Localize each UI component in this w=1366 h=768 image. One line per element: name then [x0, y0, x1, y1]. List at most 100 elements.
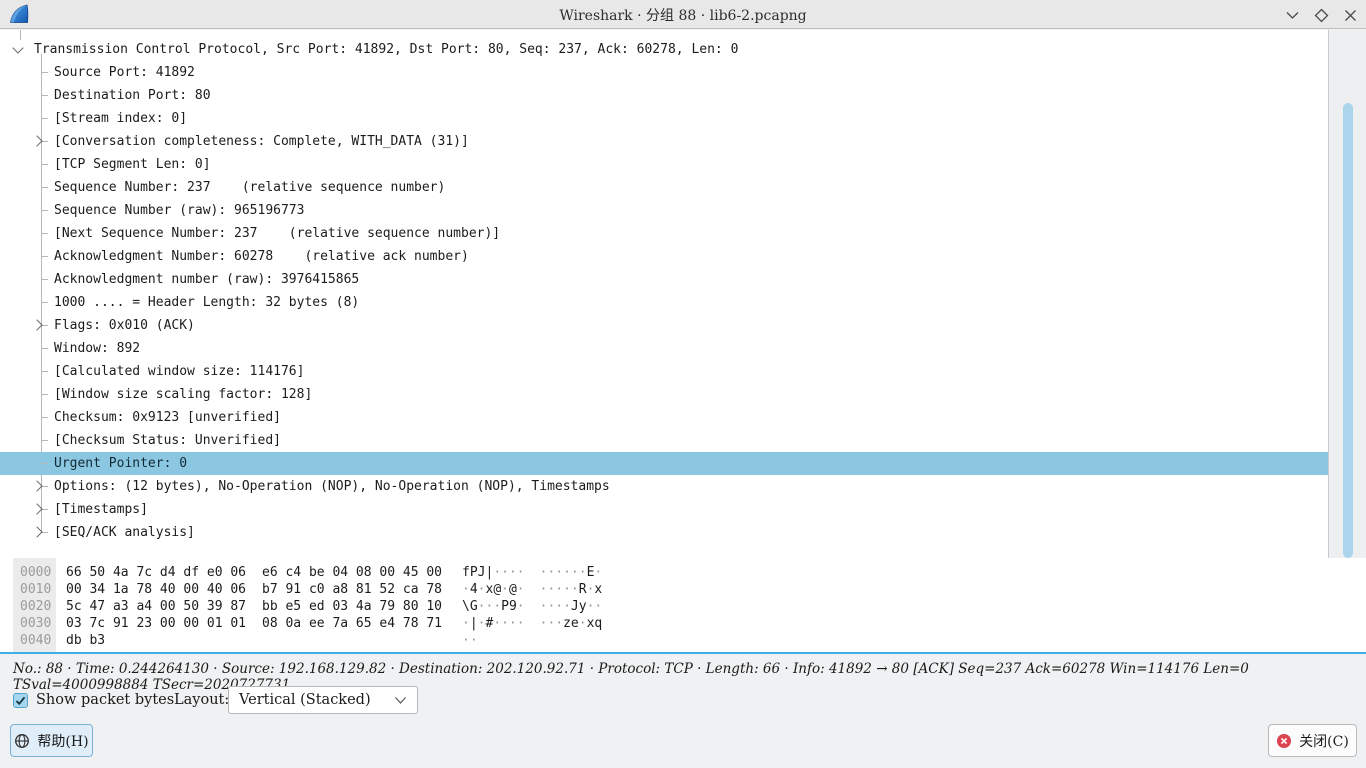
hex-bytes: 66 50 4a 7c d4 df e0 06	[66, 564, 246, 581]
tree-row-label: [Timestamps]	[54, 502, 148, 517]
layout-dropdown-value: Vertical (Stacked)	[239, 692, 390, 708]
tree-row-label: Destination Port: 80	[54, 88, 211, 103]
close-window-button[interactable]	[1342, 7, 1358, 23]
hex-ascii: ···ze·xq	[540, 615, 603, 632]
tree-row[interactable]: [Stream index: 0]	[0, 107, 1328, 130]
hex-row[interactable]: 0040db b3··	[0, 632, 602, 649]
close-button-label: 关闭(C)	[1299, 731, 1349, 751]
tree-row[interactable]: Sequence Number: 237 (relative sequence …	[0, 176, 1328, 199]
window-title: Wireshark · 分组 88 · lib6-2.pcapng	[0, 5, 1366, 25]
hex-offset: 0040	[13, 632, 56, 649]
tree-row-label: Sequence Number (raw): 965196773	[54, 203, 304, 218]
tree-row[interactable]: 1000 .... = Header Length: 32 bytes (8)	[0, 291, 1328, 314]
help-globe-icon	[14, 733, 30, 749]
hex-offset: 0030	[13, 615, 56, 632]
tree-scrollbar-thumb[interactable]	[1343, 103, 1353, 558]
tree-row[interactable]: Acknowledgment Number: 60278 (relative a…	[0, 245, 1328, 268]
expand-arrow-icon[interactable]	[31, 135, 42, 146]
chevron-down-icon	[394, 696, 407, 705]
hex-row[interactable]: 0010 00 34 1a 78 40 00 40 06 b7 91 c0 a8 8…	[0, 581, 602, 598]
tree-row-label: Acknowledgment Number: 60278 (relative a…	[54, 249, 469, 264]
hex-ascii: \G···P9·	[462, 598, 525, 615]
packet-detail-tree[interactable]: Transmission Control Protocol, Src Port:…	[0, 30, 1366, 558]
tree-row[interactable]: Destination Port: 80	[0, 84, 1328, 107]
tree-row[interactable]: Flags: 0x010 (ACK)	[0, 314, 1328, 337]
tree-row-label: [Next Sequence Number: 237 (relative seq…	[54, 226, 500, 241]
hex-ascii: ·····R·x	[540, 581, 603, 598]
packet-detail-dialog: { "window": { "title": "Wireshark · 分组 8…	[0, 0, 1366, 768]
check-icon	[15, 695, 26, 706]
hex-bytes: b7 91 c0 a8 81 52 ca 78	[262, 581, 442, 598]
tree-row[interactable]: [TCP Segment Len: 0]	[0, 153, 1328, 176]
tree-row[interactable]: Options: (12 bytes), No-Operation (NOP),…	[0, 475, 1328, 498]
expand-arrow-icon[interactable]	[31, 480, 42, 491]
tree-row[interactable]: [Calculated window size: 114176]	[0, 360, 1328, 383]
tree-row-label: [Conversation completeness: Complete, WI…	[54, 134, 469, 149]
tree-row[interactable]: Source Port: 41892	[0, 61, 1328, 84]
hex-bytes: e6 c4 be 04 08 00 45 00	[262, 564, 442, 581]
tree-row-label: Urgent Pointer: 0	[54, 456, 187, 471]
hex-offset: 0000	[13, 564, 56, 581]
tree-row[interactable]: [SEQ/ACK analysis]	[0, 521, 1328, 544]
hex-bytes: db b3	[66, 632, 246, 649]
show-packet-bytes-label[interactable]: Show packet bytes	[36, 692, 174, 708]
tree-row[interactable]: Acknowledgment number (raw): 3976415865	[0, 268, 1328, 291]
hex-bytes: bb e5 ed 03 4a 79 80 10	[262, 598, 442, 615]
tree-row[interactable]: [Timestamps]	[0, 498, 1328, 521]
tree-row-label: [Window size scaling factor: 128]	[54, 387, 312, 402]
hex-bytes: 5c 47 a3 a4 00 50 39 87	[66, 598, 246, 615]
minimize-button[interactable]	[1284, 7, 1300, 23]
hex-ascii: fPJ|····	[462, 564, 525, 581]
tree-row-label: 1000 .... = Header Length: 32 bytes (8)	[54, 295, 359, 310]
tree-row-label: [SEQ/ACK analysis]	[54, 525, 195, 540]
tree-row-label: Flags: 0x010 (ACK)	[54, 318, 195, 333]
hex-row[interactable]: 003003 7c 91 23 00 00 01 0108 0a ee 7a 6…	[0, 615, 602, 632]
expand-arrow-icon[interactable]	[31, 503, 42, 514]
tree-row[interactable]: [Checksum Status: Unverified]	[0, 429, 1328, 452]
pane-focus-line	[0, 652, 1366, 654]
tree-row-label: Sequence Number: 237 (relative sequence …	[54, 180, 445, 195]
layout-dropdown[interactable]: Vertical (Stacked)	[228, 686, 418, 714]
packet-bytes-pane[interactable]: 0000 66 50 4a 7c d4 df e0 06 e6 c4 be 04 0…	[0, 558, 1366, 652]
hex-offset: 0010	[13, 581, 56, 598]
hex-ascii: ·|·#····	[462, 615, 525, 632]
hex-row[interactable]: 0000 66 50 4a 7c d4 df e0 06 e6 c4 be 04 0…	[0, 564, 602, 581]
hex-ascii: ····Jy··	[540, 598, 603, 615]
tree-row[interactable]: Checksum: 0x9123 [unverified]	[0, 406, 1328, 429]
tree-row[interactable]: Sequence Number (raw): 965196773	[0, 199, 1328, 222]
tree-row-label: Checksum: 0x9123 [unverified]	[54, 410, 281, 425]
tree-row[interactable]: Window: 892	[0, 337, 1328, 360]
hex-rows: 0000 66 50 4a 7c d4 df e0 06 e6 c4 be 04 0…	[0, 564, 602, 649]
tree-row-label: [Calculated window size: 114176]	[54, 364, 304, 379]
tree-row[interactable]: [Next Sequence Number: 237 (relative seq…	[0, 222, 1328, 245]
tree-row-label: [TCP Segment Len: 0]	[54, 157, 211, 172]
tree-row[interactable]: [Conversation completeness: Complete, WI…	[0, 130, 1328, 153]
help-button[interactable]: 帮助(H)	[10, 724, 93, 757]
tree-row[interactable]: [Window size scaling factor: 128]	[0, 383, 1328, 406]
help-button-label: 帮助(H)	[37, 731, 88, 751]
tree-row[interactable]: Transmission Control Protocol, Src Port:…	[0, 38, 1328, 61]
tree-row-label: [Checksum Status: Unverified]	[54, 433, 281, 448]
tree-row-label: Transmission Control Protocol, Src Port:…	[34, 42, 738, 57]
expand-arrow-icon[interactable]	[31, 319, 42, 330]
tree-row-label: Options: (12 bytes), No-Operation (NOP),…	[54, 479, 610, 494]
tree-rows: Transmission Control Protocol, Src Port:…	[0, 38, 1328, 544]
maximize-button[interactable]	[1313, 7, 1329, 23]
hex-offset: 0020	[13, 598, 56, 615]
collapse-arrow-icon[interactable]	[12, 42, 23, 53]
hex-row[interactable]: 0020 5c 47 a3 a4 00 50 39 87 bb e5 ed 03 4…	[0, 598, 602, 615]
title-bar: Wireshark · 分组 88 · lib6-2.pcapng	[0, 0, 1366, 29]
tree-row-label: Source Port: 41892	[54, 65, 195, 80]
hex-bytes: 00 34 1a 78 40 00 40 06	[66, 581, 246, 598]
hex-ascii: ·4·x@·@·	[462, 581, 525, 598]
tree-row-label: Window: 892	[54, 341, 140, 356]
show-packet-bytes-checkbox[interactable]	[13, 693, 28, 708]
expand-arrow-icon[interactable]	[31, 526, 42, 537]
close-button[interactable]: 关闭(C)	[1268, 724, 1357, 757]
tree-row-label: Acknowledgment number (raw): 3976415865	[54, 272, 359, 287]
hex-ascii: ······E·	[540, 564, 603, 581]
hex-bytes: 03 7c 91 23 00 00 01 01	[66, 615, 246, 632]
tree-row-label: [Stream index: 0]	[54, 111, 187, 126]
close-circle-icon	[1276, 733, 1292, 749]
tree-row[interactable]: Urgent Pointer: 0	[0, 452, 1328, 475]
